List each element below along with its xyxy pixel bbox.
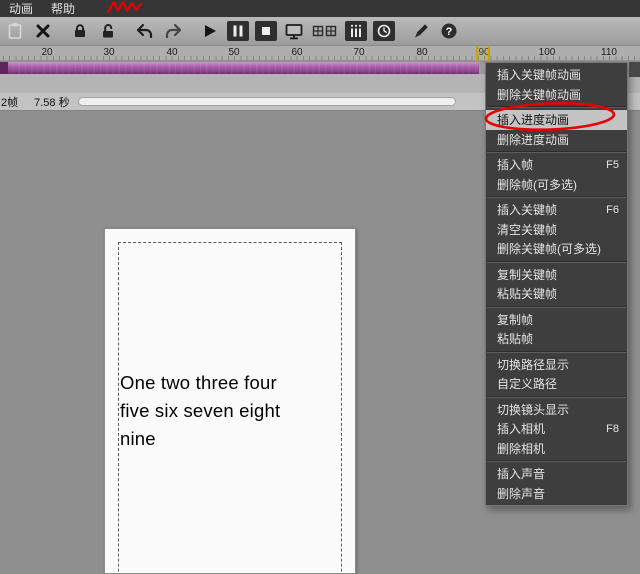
menu-separator — [487, 261, 626, 263]
toolbar: ? — [0, 17, 640, 46]
columns-button[interactable] — [345, 21, 367, 41]
help-button[interactable]: ? — [438, 21, 460, 41]
menu-item-clear-keyframe[interactable]: 清空关键帧 — [486, 220, 627, 240]
ruler-label: 110 — [601, 47, 617, 58]
menu-separator — [487, 460, 626, 462]
svg-text:?: ? — [446, 26, 453, 38]
ruler-label: 50 — [228, 47, 239, 58]
timeline-context-menu: 插入关键帧动画 删除关键帧动画 插入进度动画 删除进度动画 插入帧F5 删除帧(… — [485, 62, 628, 506]
help-icon: ? — [440, 22, 458, 40]
ruler-label: 100 — [539, 47, 556, 58]
page-text-block[interactable]: One two three four five six seven eight … — [120, 369, 280, 453]
menu-item-delete-frame[interactable]: 删除帧(可多选) — [486, 175, 627, 195]
frames-button[interactable] — [311, 21, 339, 41]
panel-corner-fragment — [629, 62, 640, 77]
frame-counter: 2帧 — [1, 94, 18, 110]
menu-separator — [487, 106, 626, 108]
menu-item-toggle-path-display[interactable]: 切换路径显示 — [486, 355, 627, 375]
text-line: One two three four — [120, 369, 280, 397]
ruler-label: 70 — [353, 47, 364, 58]
menu-item-copy-frame[interactable]: 复制帧 — [486, 310, 627, 330]
frames-grid-icon — [312, 23, 338, 39]
ruler-label: 30 — [103, 47, 114, 58]
delete-button[interactable] — [32, 21, 54, 41]
menu-separator — [487, 306, 626, 308]
menu-item-insert-keyframe[interactable]: 插入关键帧F6 — [486, 200, 627, 220]
columns-icon — [345, 21, 367, 41]
menubar: 动画 帮助 — [0, 0, 640, 17]
animation-app-window: 动画 帮助 — [0, 0, 640, 574]
play-icon — [201, 22, 219, 40]
menu-item-insert-progress-animation[interactable]: 插入进度动画 — [486, 110, 627, 130]
lock-button[interactable] — [69, 21, 91, 41]
menu-animation[interactable]: 动画 — [0, 0, 42, 17]
playhead-marker[interactable] — [476, 46, 490, 61]
shortcut-f5: F5 — [606, 159, 619, 171]
menu-item-delete-camera[interactable]: 删除相机 — [486, 439, 627, 459]
menu-item-insert-frame[interactable]: 插入帧F5 — [486, 155, 627, 175]
play-button[interactable] — [199, 21, 221, 41]
pause-button[interactable] — [227, 21, 249, 41]
menu-item-delete-progress-animation[interactable]: 删除进度动画 — [486, 130, 627, 150]
menu-help[interactable]: 帮助 — [42, 0, 84, 17]
clock-button[interactable] — [373, 21, 395, 41]
menu-item-insert-camera[interactable]: 插入相机F8 — [486, 419, 627, 439]
undo-icon — [135, 22, 155, 40]
text-line: five six seven eight — [120, 397, 280, 425]
red-scribble-annotation — [106, 0, 146, 16]
paste-icon — [6, 22, 24, 40]
menu-separator — [487, 396, 626, 398]
menu-separator — [487, 151, 626, 153]
timeline-ruler[interactable]: 20 30 40 50 60 70 80 90 100 110 — [0, 46, 640, 61]
menu-item-paste-frame[interactable]: 粘贴帧 — [486, 329, 627, 349]
menu-item-delete-sound[interactable]: 删除声音 — [486, 484, 627, 504]
monitor-icon — [284, 22, 304, 41]
text-line: nine — [120, 425, 280, 453]
unlock-button[interactable] — [97, 21, 119, 41]
menu-item-insert-keyframe-animation[interactable]: 插入关键帧动画 — [486, 65, 627, 85]
lock-icon — [71, 22, 89, 40]
menu-item-insert-sound[interactable]: 插入声音 — [486, 464, 627, 484]
redo-icon — [163, 22, 183, 40]
ruler-label: 40 — [166, 47, 177, 58]
stop-icon — [255, 21, 277, 41]
ruler-label: 60 — [291, 47, 302, 58]
menu-item-delete-keyframe-animation[interactable]: 删除关键帧动画 — [486, 85, 627, 105]
pen-button[interactable] — [410, 21, 432, 41]
stop-button[interactable] — [255, 21, 277, 41]
time-counter: 7.58 秒 — [34, 94, 69, 110]
menu-separator — [487, 196, 626, 198]
menu-item-paste-keyframe[interactable]: 粘贴关键帧 — [486, 284, 627, 304]
menu-item-toggle-camera-display[interactable]: 切换镜头显示 — [486, 400, 627, 420]
shortcut-f8: F8 — [606, 423, 619, 435]
horizontal-scrollbar[interactable] — [78, 97, 456, 106]
ruler-label: 80 — [416, 47, 427, 58]
undo-button[interactable] — [134, 21, 156, 41]
menu-separator — [487, 351, 626, 353]
pen-icon — [412, 22, 430, 40]
pause-icon — [227, 21, 249, 41]
ruler-label: 20 — [41, 47, 52, 58]
track-start-cap — [0, 62, 8, 74]
delete-x-icon — [34, 22, 52, 40]
menu-item-delete-keyframe[interactable]: 删除关键帧(可多选) — [486, 239, 627, 259]
shortcut-f6: F6 — [606, 204, 619, 216]
paste-button[interactable] — [4, 21, 26, 41]
document-page[interactable]: One two three four five six seven eight … — [104, 228, 356, 574]
menu-item-copy-keyframe[interactable]: 复制关键帧 — [486, 265, 627, 285]
clock-icon — [373, 21, 395, 41]
menu-item-custom-path[interactable]: 自定义路径 — [486, 374, 627, 394]
animation-track-bar[interactable] — [0, 62, 479, 74]
unlock-icon — [99, 22, 117, 40]
redo-button[interactable] — [162, 21, 184, 41]
monitor-button[interactable] — [283, 21, 305, 41]
